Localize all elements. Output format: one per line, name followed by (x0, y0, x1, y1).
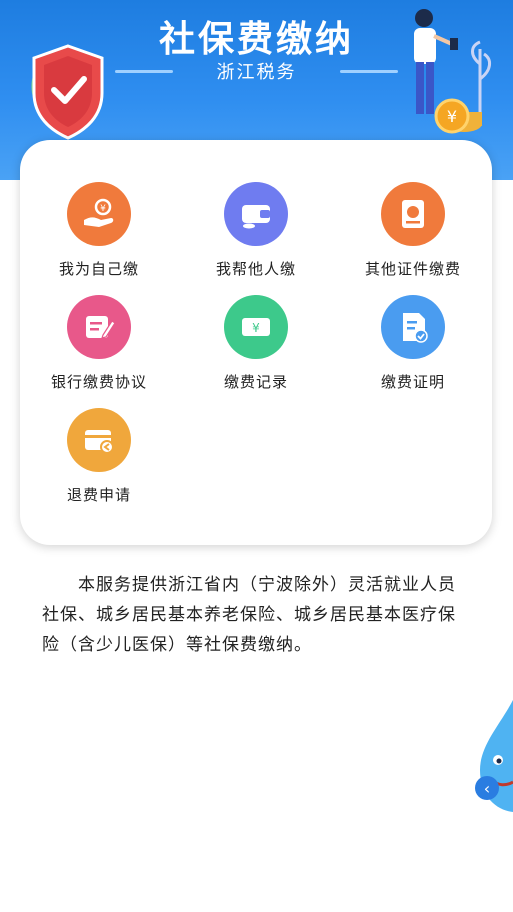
agreement-pen-icon (67, 295, 131, 359)
service-menu-card: ¥ 我为自己缴 我帮他人缴 其他证件缴费 银行缴费协议 ¥ 缴费记录 缴费证明 … (20, 140, 492, 545)
menu-item-payment-records[interactable]: ¥ 缴费记录 (177, 295, 335, 392)
person-coins-illustration: ¥ (414, 9, 491, 134)
menu-item-label: 缴费证明 (380, 373, 445, 391)
certificate-check-icon (381, 295, 445, 359)
menu-item-payment-certificate[interactable]: 缴费证明 (334, 295, 492, 392)
mascot-water-drop-illustration (480, 700, 513, 812)
service-description: 本服务提供浙江省内（宁波除外）灵活就业人员社保、城乡居民基本养老保险、城乡居民基… (42, 575, 456, 655)
menu-item-pay-for-others[interactable]: 我帮他人缴 (177, 182, 335, 279)
refund-card-icon (67, 408, 131, 472)
id-card-icon (381, 182, 445, 246)
menu-item-label: 我为自己缴 (58, 260, 139, 278)
chevron-left-icon[interactable]: ‹ (475, 776, 499, 800)
hand-coin-icon: ¥ (67, 182, 131, 246)
menu-item-other-id-pay[interactable]: 其他证件缴费 (334, 182, 492, 279)
svg-text:¥: ¥ (252, 321, 260, 335)
shield-check-icon (31, 44, 104, 140)
menu-item-label: 银行缴费协议 (50, 373, 147, 391)
menu-item-label: 其他证件缴费 (364, 260, 461, 278)
svg-text:¥: ¥ (100, 204, 106, 214)
menu-item-refund-request[interactable]: 退费申请 (20, 408, 178, 505)
menu-item-self-pay[interactable]: ¥ 我为自己缴 (20, 182, 178, 279)
yuan-ticket-icon: ¥ (224, 295, 288, 359)
svg-text:¥: ¥ (447, 107, 457, 126)
menu-item-label: 退费申请 (66, 486, 131, 504)
menu-item-label: 我帮他人缴 (215, 260, 296, 278)
menu-item-label: 缴费记录 (223, 373, 288, 391)
wallet-icon (224, 182, 288, 246)
menu-item-bank-agreement[interactable]: 银行缴费协议 (20, 295, 178, 392)
